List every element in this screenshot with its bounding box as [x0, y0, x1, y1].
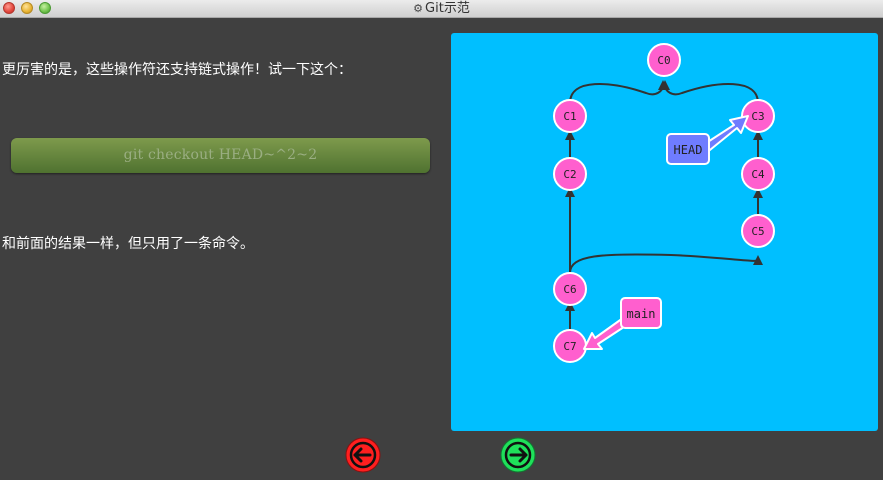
previous-button[interactable]	[345, 437, 381, 473]
edge-c1-c0	[569, 80, 668, 104]
commit-c0-label: C0	[657, 54, 670, 67]
command-button[interactable]: git checkout HEAD~^2~2	[11, 138, 430, 173]
commit-c6[interactable]: C6	[553, 272, 587, 306]
commit-graph: C0 C1 C2 C3 C4 C5 C6 C7 HEAD main	[553, 43, 775, 363]
branch-main[interactable]: main	[583, 297, 662, 350]
commit-c5[interactable]: C5	[741, 214, 775, 248]
commit-c3-label: C3	[751, 110, 764, 123]
title-bar: ⚙ Git示范	[0, 0, 883, 18]
head-ref-label: HEAD	[674, 143, 703, 157]
window-title: Git示范	[425, 1, 470, 16]
head-ref[interactable]: HEAD	[666, 115, 749, 165]
commit-c7[interactable]: C7	[553, 329, 587, 363]
gear-icon: ⚙	[413, 2, 424, 15]
arrow-left-icon	[345, 437, 381, 473]
next-button[interactable]	[500, 437, 536, 473]
edge-c6-c5	[569, 253, 763, 274]
branch-main-label: main	[627, 307, 656, 321]
window-title-area: ⚙ Git示范	[0, 0, 883, 17]
commit-c1[interactable]: C1	[553, 99, 587, 133]
commit-c4[interactable]: C4	[741, 157, 775, 191]
commit-c6-label: C6	[563, 283, 576, 296]
commit-c4-label: C4	[751, 168, 765, 181]
result-text: 和前面的结果一样，但只用了一条命令。	[2, 236, 254, 252]
edge-c3-c0	[660, 80, 759, 104]
commit-c2-label: C2	[563, 168, 576, 181]
commit-c7-label: C7	[563, 340, 576, 353]
commit-c5-label: C5	[751, 225, 764, 238]
commit-c2[interactable]: C2	[553, 157, 587, 191]
git-visualization: C0 C1 C2 C3 C4 C5 C6 C7 HEAD main	[451, 33, 878, 431]
arrow-right-icon	[500, 437, 536, 473]
commit-c0[interactable]: C0	[647, 43, 681, 77]
intro-text: 更厉害的是，这些操作符还支持链式操作！试一下这个：	[2, 62, 352, 78]
commit-c1-label: C1	[563, 110, 576, 123]
